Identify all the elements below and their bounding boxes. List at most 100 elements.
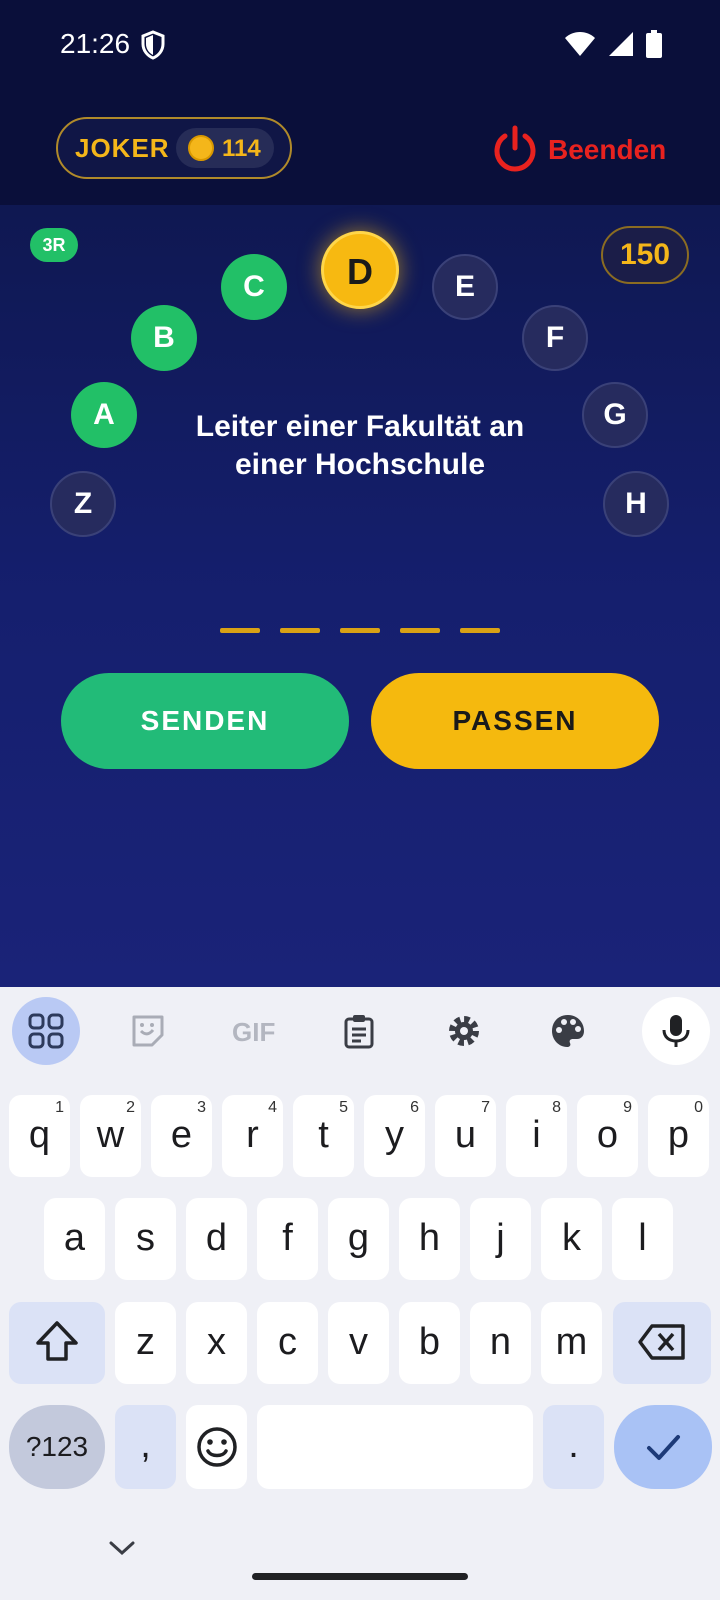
gear-icon [449,1016,479,1046]
key-h[interactable]: h [399,1198,460,1280]
theme-button[interactable] [534,997,602,1065]
key-hint: 1 [55,1099,64,1116]
send-button[interactable]: SENDEN [61,673,349,769]
shift-icon [36,1321,78,1361]
on-screen-keyboard: GIF q1w2e3r4t5y6u7i8o9p0 asdfghjk l z x … [0,987,720,1600]
key-hint: 4 [268,1099,277,1116]
key-x[interactable]: x [186,1302,247,1384]
chevron-down-icon[interactable] [108,1539,136,1557]
clue-line-2: einer Hochschule [234,448,486,481]
key-a[interactable]: a [44,1198,105,1280]
sticker-icon [132,1015,164,1047]
clue-line-1: Leiter einer Fakultät an [195,410,525,443]
answer-slots[interactable] [220,628,500,633]
letter-g: G [582,382,648,448]
joker-label: JOKER [75,133,170,163]
shift-key[interactable] [9,1302,105,1384]
sticker-button[interactable] [114,997,182,1065]
gif-button[interactable]: GIF [232,1017,275,1048]
backspace-key[interactable] [613,1302,711,1384]
key-hint: 8 [552,1099,561,1116]
symbols-key[interactable]: ?123 [9,1405,105,1489]
key-u[interactable]: u7 [435,1095,496,1177]
key-label: i [532,1114,541,1156]
key-v[interactable]: v [328,1302,389,1384]
key-w[interactable]: w2 [80,1095,141,1177]
key-y[interactable]: y6 [364,1095,425,1177]
key-label: m [555,1321,588,1363]
key-hint: 6 [410,1099,419,1116]
clue-text: Leiter einer Fakultät an einer Hochschul… [160,408,560,484]
answer-slot [340,628,380,633]
shield-icon [141,30,165,60]
backspace-icon [638,1324,685,1360]
home-indicator[interactable] [252,1573,468,1580]
key-label: h [418,1217,441,1259]
key-c[interactable]: c [257,1302,318,1384]
key-label: u [454,1114,477,1156]
key-label: r [246,1114,259,1156]
end-button[interactable]: Beenden [490,122,670,178]
key-label: n [489,1321,512,1363]
key-i[interactable]: i8 [506,1095,567,1177]
key-d[interactable]: d [186,1198,247,1280]
key-g[interactable]: g [328,1198,389,1280]
key-label: a [63,1217,86,1259]
key-label: j [496,1217,505,1259]
letter-c: C [221,254,287,320]
key-l[interactable]: l [612,1198,673,1280]
key-label: x [207,1321,226,1363]
key-k[interactable]: k [541,1198,602,1280]
key-j[interactable]: j [470,1198,531,1280]
coin-icon [188,135,214,161]
key-label: c [278,1321,297,1363]
key-label: t [318,1114,329,1156]
key-label: d [205,1217,228,1259]
key-n[interactable]: n [470,1302,531,1384]
comma-key[interactable]: , [115,1405,176,1489]
key-label: s [136,1217,155,1259]
enter-key[interactable] [614,1405,712,1489]
key-p[interactable]: p0 [648,1095,709,1177]
letter-z: Z [50,471,116,537]
coin-balance: 114 [176,128,274,168]
period-key[interactable]: . [543,1405,604,1489]
key-e[interactable]: e3 [151,1095,212,1177]
key-label: q [28,1114,51,1156]
answer-slot [400,628,440,633]
key-hint: 9 [623,1099,632,1116]
key-label: f [282,1217,293,1259]
key-z[interactable]: z [115,1302,176,1384]
status-time: 21:26 [60,28,131,59]
key-b[interactable]: b [399,1302,460,1384]
key-label: w [96,1114,125,1156]
key-s[interactable]: s [115,1198,176,1280]
clipboard-icon [344,1015,374,1049]
key-label: l [638,1217,647,1259]
key-t[interactable]: t5 [293,1095,354,1177]
key-f[interactable]: f [257,1198,318,1280]
key-hint: 3 [197,1099,206,1116]
key-m[interactable]: m [541,1302,602,1384]
pass-button[interactable]: PASSEN [371,673,659,769]
voice-input-button[interactable] [642,997,710,1065]
key-r[interactable]: r4 [222,1095,283,1177]
checkmark-icon [647,1435,680,1460]
battery-icon [646,30,662,58]
key-label: e [170,1114,193,1156]
grid-icon [28,1013,64,1049]
signal-icon [609,32,633,56]
space-key[interactable] [257,1405,533,1489]
wifi-icon [565,32,595,56]
emoji-icon [196,1427,237,1467]
apps-grid-button[interactable] [12,997,80,1065]
settings-button[interactable] [430,997,498,1065]
joker-button[interactable]: JOKER 114 [56,117,292,179]
letter-e: E [432,254,498,320]
clipboard-button[interactable] [325,997,393,1065]
key-hint: 0 [694,1099,703,1116]
emoji-key[interactable] [186,1405,247,1489]
key-o[interactable]: o9 [577,1095,638,1177]
key-q[interactable]: q1 [9,1095,70,1177]
key-hint: 5 [339,1099,348,1116]
